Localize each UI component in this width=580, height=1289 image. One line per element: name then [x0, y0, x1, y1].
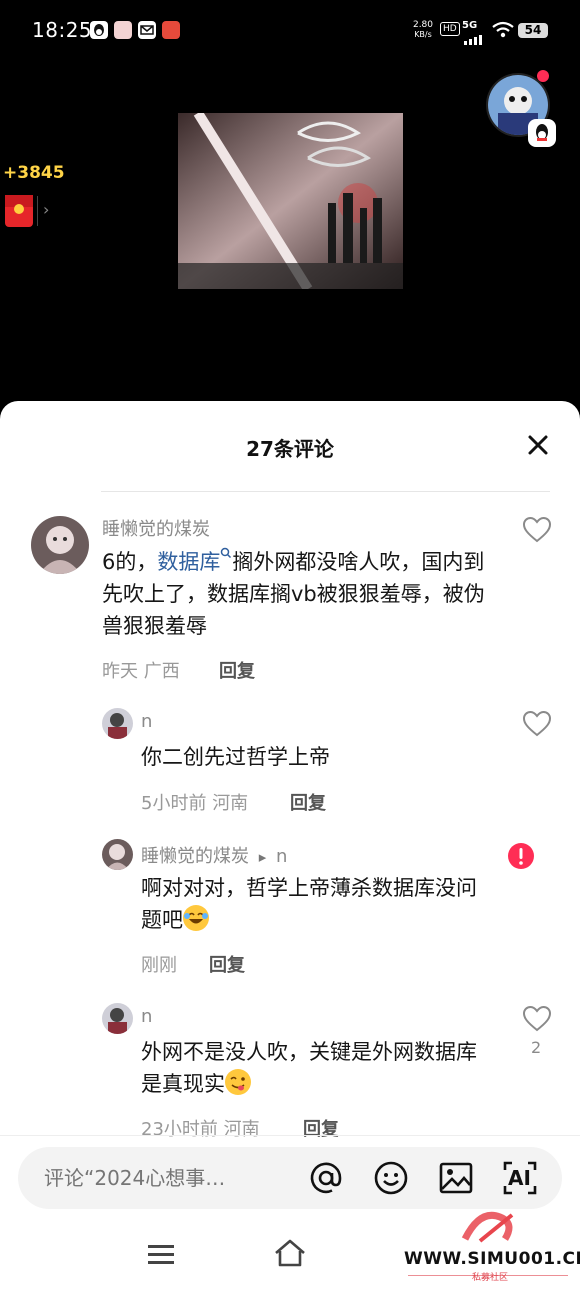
comment-text: 6的，数据库 搁外网都没啥人吹，国内到先吹上了，数据库搁vb被狠狠羞辱，被伪兽狠狠…: [102, 546, 502, 642]
image-icon[interactable]: [438, 1160, 474, 1196]
reply-button[interactable]: 回复: [290, 789, 326, 815]
reply-button[interactable]: 回复: [219, 657, 255, 683]
reply-time: 5小时前: [141, 793, 207, 814]
red-packet-icon[interactable]: [5, 195, 33, 227]
comment-username[interactable]: 睡懒觉的煤炭: [102, 515, 210, 541]
watermark-logo: [460, 1209, 520, 1251]
hd-badge: HD: [440, 22, 460, 36]
notification-dot: [537, 70, 549, 82]
comment-text-part: 6的，: [102, 550, 158, 574]
reply-text: 你二创先过哲学上帝: [141, 745, 330, 769]
reply-time: 刚刚: [141, 955, 177, 976]
video-thumbnail[interactable]: [178, 113, 403, 289]
laughing-emoji-icon: [183, 905, 209, 931]
ai-label: AI: [508, 1166, 531, 1190]
like-count: 2: [531, 1038, 542, 1057]
reply-username[interactable]: n: [141, 1006, 152, 1027]
close-icon[interactable]: [524, 431, 552, 459]
search-icon: [221, 547, 232, 559]
status-time: 18:25: [32, 18, 93, 42]
divider: [37, 196, 38, 226]
status-bar: 18:25 2.80 KB/s HD 5G 54: [0, 0, 580, 62]
search-link-label: 数据库: [157, 550, 221, 574]
reply-text: 外网不是没人吹，关键是外网数据库是真现实: [141, 1036, 481, 1100]
watermark-subtitle: 私募社区: [471, 1273, 508, 1283]
reply-meta: 5小时前 河南: [141, 789, 248, 815]
like-heart-icon[interactable]: [522, 710, 552, 737]
shopping-notification-icon: [162, 21, 180, 39]
divider: [0, 1135, 580, 1136]
avatar[interactable]: [102, 1003, 133, 1034]
reply-time: 23小时前: [141, 1119, 218, 1140]
ai-icon[interactable]: AI: [502, 1160, 538, 1196]
message-notification-icon: [138, 21, 156, 39]
comment-meta: 昨天 广西: [102, 657, 180, 683]
qq-notification-icon: [90, 21, 108, 39]
comment-input[interactable]: [44, 1147, 294, 1209]
yum-emoji-icon: [225, 1069, 251, 1095]
search-link[interactable]: 数据库: [157, 547, 232, 574]
error-alert-icon[interactable]: [507, 842, 535, 870]
avatar[interactable]: [31, 516, 89, 574]
divider: [101, 491, 550, 492]
watermark-text: WWW.SIMU001.CN: [404, 1249, 580, 1269]
reward-count: +3845: [3, 163, 65, 183]
reply-button[interactable]: 回复: [303, 1115, 339, 1141]
sheet-title: 27条评论: [246, 437, 334, 461]
reply-text-label: 外网不是没人吹，关键是外网数据库是真现实: [141, 1040, 477, 1096]
home-icon[interactable]: [274, 1239, 306, 1271]
reply-to-arrow-icon: ▸: [258, 848, 267, 866]
reply-button[interactable]: 回复: [209, 951, 245, 977]
like-heart-icon[interactable]: [522, 1005, 552, 1032]
reply-text: 啊对对对，哲学上帝薄杀数据库没问题吧: [141, 872, 481, 936]
reply-username: 睡懒觉的煤炭 ▸ n: [141, 842, 287, 868]
comment-input-bar: AI: [18, 1147, 562, 1209]
qq-icon[interactable]: [528, 119, 556, 147]
reply-meta: 23小时前 河南: [141, 1115, 260, 1141]
signal-bars-icon: [464, 30, 486, 49]
comment-location: 广西: [143, 661, 180, 682]
emoji-icon[interactable]: [373, 1160, 409, 1196]
mention-icon[interactable]: [308, 1160, 344, 1196]
app-notification-icon: [114, 21, 132, 39]
reply-to-username[interactable]: n: [276, 846, 287, 867]
comment-time: 昨天: [102, 661, 138, 682]
battery-indicator: 54: [518, 23, 548, 38]
reply-location: 河南: [223, 1119, 260, 1140]
wifi-icon: [492, 21, 514, 43]
menu-icon[interactable]: [148, 1243, 174, 1269]
reply-location: 河南: [212, 793, 249, 814]
avatar[interactable]: [102, 708, 133, 739]
reply-username[interactable]: n: [141, 711, 152, 732]
avatar[interactable]: [102, 839, 133, 870]
network-speed: 2.80 KB/s: [412, 20, 434, 39]
reply-username-label[interactable]: 睡懒觉的煤炭: [141, 846, 249, 867]
chevron-right-icon[interactable]: ›: [43, 200, 49, 219]
like-heart-icon[interactable]: [522, 516, 552, 543]
